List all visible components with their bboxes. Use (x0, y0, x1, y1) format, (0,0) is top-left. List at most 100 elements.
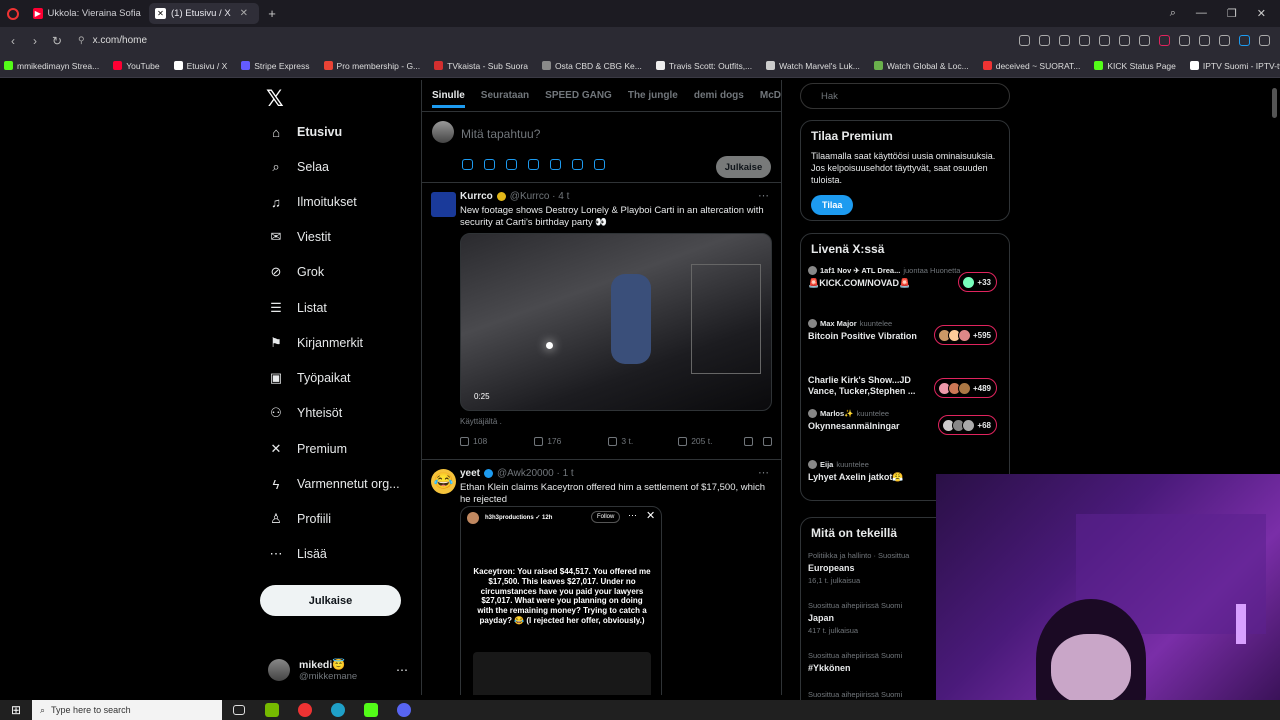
aria-icon[interactable] (1239, 35, 1250, 46)
task-view-icon[interactable] (222, 700, 255, 720)
compose-input[interactable]: Mitä tapahtuu? (461, 127, 540, 141)
live-space-item[interactable]: Charlie Kirk's Show...JD Vance, Tucker,S… (808, 372, 1003, 398)
close-window-icon[interactable]: ✕ (1257, 7, 1266, 20)
image-icon[interactable] (462, 159, 473, 170)
camera-icon[interactable] (1019, 35, 1030, 46)
subscribe-button[interactable]: Tilaa (811, 195, 854, 215)
gif-icon[interactable] (484, 159, 495, 170)
emoji-icon[interactable] (550, 159, 561, 170)
nav-item-varmennetut-org-[interactable]: ϟ Varmennetut org... (268, 476, 400, 492)
repost-button[interactable]: 176 (534, 436, 561, 446)
embedded-screenshot[interactable]: h3h3productions ✓ 12h Follow ⋯ ✕ Kaceytr… (460, 506, 662, 695)
schedule-icon[interactable] (572, 159, 583, 170)
new-tab-icon[interactable]: + (265, 6, 279, 21)
account-icon[interactable] (1219, 35, 1230, 46)
compose-post-button[interactable]: Julkaise (716, 156, 771, 178)
url-field[interactable]: x.com/home (93, 35, 147, 46)
nav-item-etusivu[interactable]: ⌂ Etusivu (268, 124, 342, 140)
bookmark-item[interactable]: Travis Scott: Outfits,... (655, 61, 752, 71)
live-space-item[interactable]: Max Major kuuntelee Bitcoin Positive Vibra… (808, 319, 1003, 345)
share-button[interactable] (763, 436, 772, 446)
more-options-icon[interactable]: ⋯ (396, 663, 408, 677)
download-icon[interactable] (1179, 35, 1190, 46)
post-button[interactable]: Julkaise (260, 585, 401, 616)
nav-item-kirjanmerkit[interactable]: ⚑ Kirjanmerkit (268, 335, 363, 351)
discord-icon[interactable] (387, 700, 420, 720)
kick-icon[interactable] (354, 700, 387, 720)
account-switcher[interactable]: mikedi😇 @mikkemane ⋯ (268, 658, 408, 682)
poll-icon[interactable] (528, 159, 539, 170)
nav-item-grok[interactable]: ⊘ Grok (268, 264, 325, 280)
video-player[interactable]: 0:25 (460, 233, 772, 411)
browser-tab[interactable]: ▶ Ukkola: Vieraina Sofia Virt (27, 3, 149, 24)
live-space-item[interactable]: Marlos✨ kuuntelee Okynnesanmälningar +68 (808, 409, 1003, 435)
edge-icon[interactable] (321, 700, 354, 720)
back-icon[interactable]: ‹ (2, 34, 24, 48)
more-icon[interactable]: ⋯ (758, 189, 769, 202)
location-icon[interactable] (594, 159, 605, 170)
shield-icon[interactable] (1079, 35, 1090, 46)
heart-icon[interactable] (1159, 35, 1170, 46)
tweet-handle[interactable]: @Kurrco · 4 t (510, 191, 570, 202)
grok-icon[interactable] (506, 159, 517, 170)
avatar[interactable] (431, 192, 456, 217)
more-icon[interactable]: ⋯ (758, 466, 769, 479)
tab-seurataan[interactable]: Seurataan (481, 90, 529, 101)
nav-item-selaa[interactable]: ⌕ Selaa (268, 159, 329, 175)
bookmark-item[interactable]: Osta CBD & CBG Ke... (541, 61, 642, 71)
reload-icon[interactable]: ↻ (46, 34, 68, 48)
minimize-icon[interactable]: — (1196, 7, 1207, 20)
forward-icon[interactable]: › (24, 34, 46, 48)
nav-item-lisää[interactable]: ⋯ Lisää (268, 546, 327, 562)
bookmark-item[interactable]: Watch Marvel's Luk... (766, 61, 860, 71)
geforce-icon[interactable] (255, 700, 288, 720)
x-logo-icon[interactable]: 𝕏 (266, 87, 284, 112)
views-button[interactable]: 205 t. (678, 436, 712, 446)
avatar[interactable]: 😂 (431, 469, 456, 494)
nav-item-profiili[interactable]: ♙ Profiili (268, 511, 331, 527)
tab-speed-gang[interactable]: SPEED GANG (545, 90, 612, 101)
browser-tab-active[interactable]: ✕ (1) Etusivu / X ✕ (149, 3, 259, 24)
tweet[interactable]: Kurrco @Kurrco · 4 t ⋯ New footage shows… (422, 183, 781, 460)
site-info-icon[interactable]: ⚲ (78, 35, 85, 46)
like-button[interactable]: 3 t. (608, 436, 633, 446)
edit-icon[interactable] (1039, 35, 1050, 46)
windows-start-icon[interactable]: ⊞ (0, 700, 32, 720)
menu-icon[interactable] (1199, 35, 1210, 46)
nav-item-viestit[interactable]: ✉ Viestit (268, 229, 331, 245)
bookmark-item[interactable]: Pro membership - G... (323, 61, 420, 71)
tweet-handle[interactable]: @Awk20000 · 1 t (497, 468, 574, 479)
tweet[interactable]: 😂 yeet @Awk20000 · 1 t ⋯ Ethan Klein cla… (422, 460, 781, 695)
extension-icon[interactable] (1099, 35, 1110, 46)
tab-mcdonal[interactable]: McDonal (760, 90, 781, 101)
bookmark-button[interactable] (744, 436, 753, 446)
search-input[interactable]: Hak (800, 83, 1010, 109)
bookmark-item[interactable]: Stripe Express (241, 61, 310, 71)
bookmark-item[interactable]: TVkaista - Sub Suora (434, 61, 528, 71)
nav-item-premium[interactable]: ✕ Premium (268, 441, 347, 457)
bookmark-item[interactable]: YouTube (113, 61, 160, 71)
scrollbar-thumb[interactable] (1272, 88, 1277, 118)
tab-the-jungle[interactable]: The jungle (628, 90, 678, 101)
live-space-item[interactable]: 1af1 Nov ✈ ATL Drea... juontaa Huonetta 🚨K… (808, 266, 1003, 292)
puzzle-icon[interactable] (1119, 35, 1130, 46)
reply-button[interactable]: 108 (460, 436, 487, 446)
nav-item-yhteisöt[interactable]: ⚇ Yhteisöt (268, 405, 342, 421)
maximize-icon[interactable]: ❐ (1227, 7, 1237, 20)
browser-search-icon[interactable]: ⌕ (1170, 7, 1176, 20)
tweet-author-name[interactable]: Kurrco (460, 191, 493, 202)
nav-item-ilmoitukset[interactable]: ♫ Ilmoitukset (268, 194, 357, 210)
tab-demi-dogs[interactable]: demi dogs (694, 90, 744, 101)
bookmark-item[interactable]: Watch Global & Loc... (873, 61, 969, 71)
bookmark-item[interactable]: Etusivu / X (173, 61, 227, 71)
bookmark-item[interactable]: IPTV Suomi - IPTV-tv... (1189, 61, 1280, 71)
nav-item-työpaikat[interactable]: ▣ Työpaikat (268, 370, 351, 386)
nav-item-listat[interactable]: ☰ Listat (268, 300, 327, 316)
bookmark-item[interactable]: deceived ~ SUORAT... (982, 61, 1080, 71)
settings-icon[interactable] (1259, 35, 1270, 46)
taskbar-search[interactable]: ⌕ Type here to search (32, 700, 222, 720)
snapshot-icon[interactable] (1059, 35, 1070, 46)
bookmark-item[interactable]: mmikedimayn Strea... (4, 61, 99, 71)
tab-sinulle[interactable]: Sinulle (432, 90, 465, 108)
opera-icon[interactable] (288, 700, 321, 720)
